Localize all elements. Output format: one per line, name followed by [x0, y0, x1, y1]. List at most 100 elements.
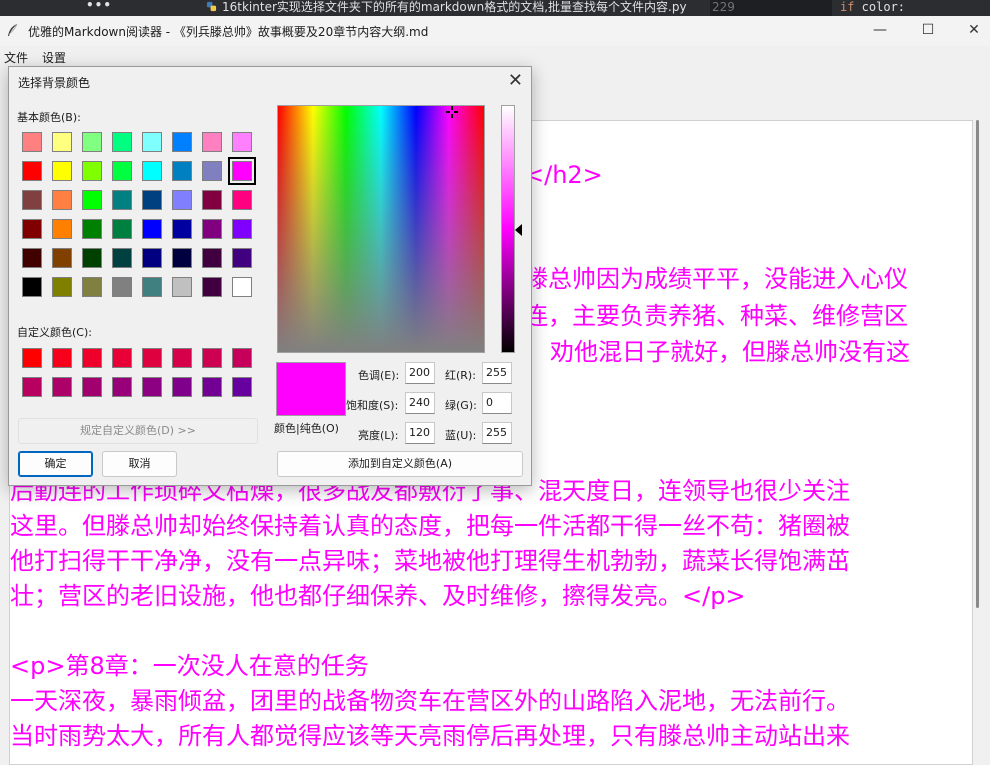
luminance-input[interactable]: 120: [405, 422, 435, 444]
content-line: 滕总帅因为成绩平平，没能进入心仪: [524, 265, 908, 293]
basic-color-swatch[interactable]: [112, 161, 132, 181]
minimize-button[interactable]: —: [860, 18, 900, 44]
custom-color-swatch[interactable]: [142, 348, 162, 368]
maximize-button[interactable]: ☐: [908, 18, 948, 44]
basic-color-swatch[interactable]: [52, 190, 72, 210]
basic-color-swatch[interactable]: [232, 132, 252, 152]
basic-color-swatch[interactable]: [112, 248, 132, 268]
code-snippet: if color:: [840, 0, 905, 15]
add-to-custom-colors-button[interactable]: 添加到自定义颜色(A): [277, 451, 523, 477]
basic-color-swatch[interactable]: [142, 161, 162, 181]
custom-color-swatch[interactable]: [232, 377, 252, 397]
background-ide-strip: ••• 16tkinter实现选择文件夹下的所有的markdown格式的文档,批…: [0, 0, 990, 16]
python-file-icon: [206, 1, 217, 12]
hue-input[interactable]: 200: [405, 362, 435, 384]
basic-color-swatch[interactable]: [202, 161, 222, 181]
basic-color-swatch[interactable]: [52, 219, 72, 239]
custom-color-swatch[interactable]: [112, 348, 132, 368]
basic-color-swatch[interactable]: [172, 132, 192, 152]
basic-color-swatch[interactable]: [142, 248, 162, 268]
basic-color-swatch[interactable]: [202, 277, 222, 297]
editor-tab[interactable]: 16tkinter实现选择文件夹下的所有的markdown格式的文档,批量查找每…: [206, 0, 687, 16]
basic-color-swatch[interactable]: [142, 190, 162, 210]
ok-button[interactable]: 确定: [18, 451, 93, 477]
basic-color-swatch[interactable]: [172, 219, 192, 239]
basic-color-swatch[interactable]: [52, 132, 72, 152]
basic-color-swatch[interactable]: [232, 277, 252, 297]
custom-color-swatch[interactable]: [22, 348, 42, 368]
menu-settings[interactable]: 设置: [42, 49, 66, 66]
dialog-title: 选择背景颜色: [18, 76, 91, 90]
basic-color-swatch[interactable]: [142, 277, 162, 297]
color-spectrum[interactable]: [277, 105, 485, 353]
basic-color-swatch[interactable]: [82, 190, 102, 210]
scrollbar-thumb[interactable]: [976, 120, 979, 608]
basic-color-swatch[interactable]: [52, 161, 72, 181]
blue-input[interactable]: 255: [482, 422, 512, 444]
basic-color-swatch[interactable]: [22, 277, 42, 297]
basic-color-swatch[interactable]: [232, 219, 252, 239]
basic-color-swatch[interactable]: [232, 248, 252, 268]
custom-color-swatch[interactable]: [82, 377, 102, 397]
basic-color-swatch[interactable]: [112, 277, 132, 297]
line-number: 229: [710, 0, 832, 16]
basic-color-swatch[interactable]: [172, 277, 192, 297]
custom-color-swatch[interactable]: [202, 348, 222, 368]
menu-bar: 文件 设置: [0, 46, 990, 66]
window-titlebar[interactable]: 优雅的Markdown阅读器 - 《列兵滕总帅》故事概要及20章节内容大纲.md…: [0, 16, 990, 46]
basic-color-swatch[interactable]: [22, 161, 42, 181]
define-custom-colors-button[interactable]: 规定自定义颜色(D) >>: [18, 418, 258, 444]
basic-color-swatch[interactable]: [142, 219, 162, 239]
basic-color-swatch[interactable]: [202, 248, 222, 268]
cancel-button[interactable]: 取消: [102, 451, 177, 477]
custom-color-swatch[interactable]: [82, 348, 102, 368]
basic-color-swatch[interactable]: [82, 161, 102, 181]
basic-color-swatch[interactable]: [82, 277, 102, 297]
basic-color-swatch[interactable]: [202, 190, 222, 210]
custom-color-swatch[interactable]: [172, 348, 192, 368]
green-label: 绿(G):: [445, 399, 477, 412]
luminance-arrow-icon[interactable]: [515, 224, 522, 236]
code-text: color:: [854, 0, 906, 14]
luminance-slider[interactable]: [501, 105, 515, 353]
red-input[interactable]: 255: [482, 362, 512, 384]
custom-color-swatch[interactable]: [142, 377, 162, 397]
basic-color-swatch[interactable]: [112, 132, 132, 152]
custom-color-swatch[interactable]: [232, 348, 252, 368]
custom-color-swatch[interactable]: [22, 377, 42, 397]
basic-color-swatch[interactable]: [82, 132, 102, 152]
custom-color-swatch[interactable]: [172, 377, 192, 397]
basic-color-swatch[interactable]: [142, 132, 162, 152]
more-icon[interactable]: •••: [86, 0, 112, 12]
custom-color-swatch[interactable]: [202, 377, 222, 397]
basic-color-swatch[interactable]: [22, 132, 42, 152]
basic-color-swatch[interactable]: [22, 248, 42, 268]
custom-color-swatch[interactable]: [52, 348, 72, 368]
basic-color-swatch[interactable]: [172, 248, 192, 268]
menu-file[interactable]: 文件: [4, 49, 28, 66]
basic-color-swatch[interactable]: [202, 132, 222, 152]
crosshair-icon[interactable]: [446, 106, 458, 118]
basic-color-swatch[interactable]: [172, 161, 192, 181]
basic-color-swatch[interactable]: [52, 277, 72, 297]
green-input[interactable]: 0: [482, 392, 512, 414]
basic-color-swatch[interactable]: [52, 248, 72, 268]
saturation-input[interactable]: 240: [405, 392, 435, 414]
basic-color-swatch[interactable]: [22, 190, 42, 210]
basic-color-swatch[interactable]: [228, 157, 256, 185]
content-line: 一天深夜，暴雨倾盆，团里的战备物资车在营区外的山路陷入泥地，无法前行。: [10, 687, 850, 715]
content-line: 他打扫得干干净净，没有一点异味；菜地被他打理得生机勃勃，蔬菜长得饱满茁: [10, 547, 850, 575]
custom-color-swatch[interactable]: [52, 377, 72, 397]
vertical-scrollbar[interactable]: [975, 120, 983, 610]
basic-color-swatch[interactable]: [82, 219, 102, 239]
basic-color-swatch[interactable]: [112, 219, 132, 239]
basic-color-swatch[interactable]: [82, 248, 102, 268]
dialog-close-button[interactable]: ✕: [508, 70, 523, 91]
basic-color-swatch[interactable]: [232, 190, 252, 210]
basic-color-swatch[interactable]: [22, 219, 42, 239]
basic-color-swatch[interactable]: [172, 190, 192, 210]
close-window-button[interactable]: ✕: [954, 18, 990, 44]
custom-color-swatch[interactable]: [112, 377, 132, 397]
basic-color-swatch[interactable]: [202, 219, 222, 239]
basic-color-swatch[interactable]: [112, 190, 132, 210]
